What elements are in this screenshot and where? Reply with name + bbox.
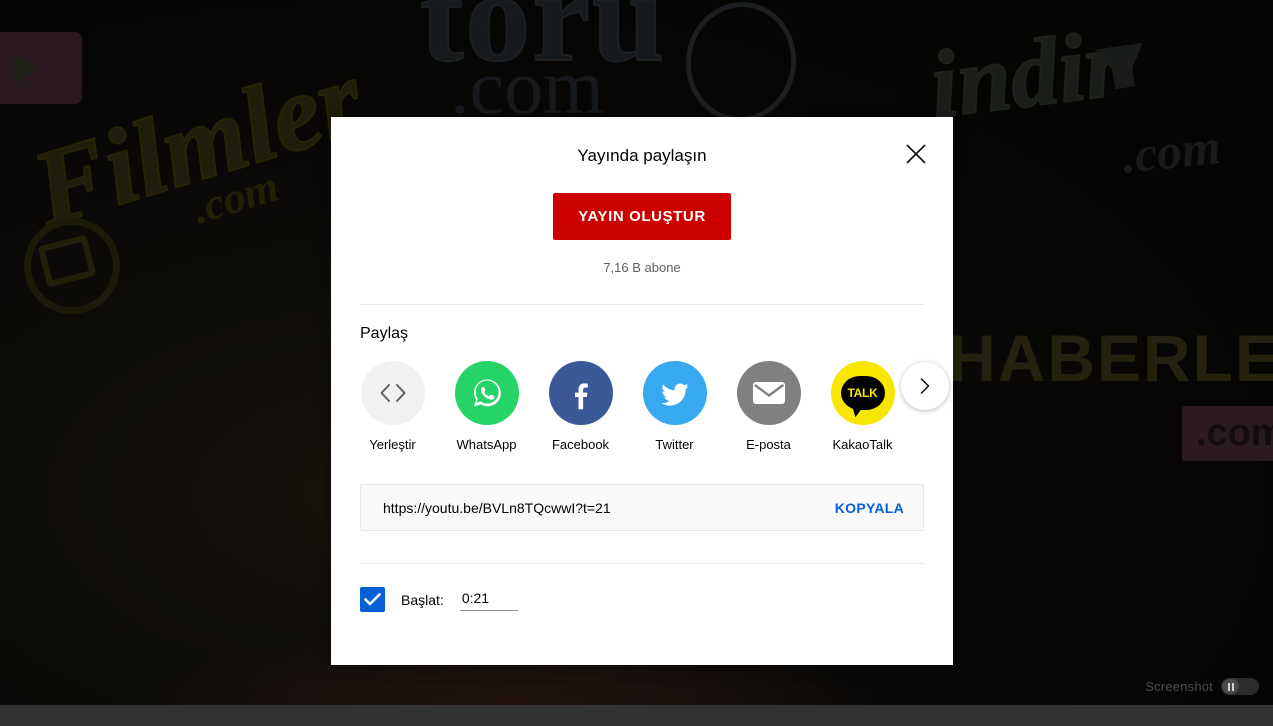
close-icon [906, 144, 926, 164]
start-time-row: Başlat: [331, 564, 953, 612]
copy-link-button[interactable]: KOPYALA [835, 500, 904, 516]
watermark-toru: toru [419, 0, 667, 90]
share-section-heading: Paylaş [360, 325, 409, 342]
download-arrow-icon [1095, 42, 1149, 90]
kakaotalk-icon: TALK [830, 361, 895, 425]
start-time-label: Başlat: [401, 591, 444, 608]
share-dialog: Yayında paylaşın YAYIN OLUŞTUR 7,16 B ab… [331, 117, 953, 665]
page-title: Yayında paylaşın [577, 146, 707, 165]
subscriber-count: 7,16 B abone [603, 260, 681, 275]
create-live-stream-button[interactable]: YAYIN OLUŞTUR [553, 193, 731, 240]
kakaotalk-glyph: TALK [847, 386, 878, 400]
share-target-whatsapp[interactable]: WhatsApp [454, 361, 519, 452]
watermark-haberler: HABERLER [948, 321, 1273, 395]
share-target-label: Twitter [655, 437, 694, 452]
browser-bottom-bar [0, 705, 1273, 726]
share-target-kakaotalk[interactable]: TALK KakaoTalk [830, 361, 895, 452]
share-target-label: Facebook [551, 437, 610, 452]
twitter-icon [642, 361, 707, 425]
chevron-right-icon [920, 378, 930, 394]
checkmark-icon [364, 593, 381, 606]
envelope-icon [736, 361, 801, 425]
start-time-input[interactable] [459, 588, 518, 611]
share-targets-next-button[interactable] [901, 362, 949, 410]
share-target-label: E-posta [746, 437, 791, 452]
watermark-indir-suffix: .com [1119, 118, 1224, 184]
code-brackets-icon [360, 361, 425, 425]
watermark-indir: indir [923, 8, 1129, 140]
dialog-header: Yayında paylaşın [331, 117, 953, 195]
live-button-wrapper: YAYIN OLUŞTUR [331, 193, 953, 240]
facebook-icon [548, 361, 613, 425]
share-target-label: KakaoTalk [832, 437, 893, 452]
watermark-pink-play-box [0, 32, 82, 104]
share-targets-row: Yerleştir WhatsApp Facebook Twitter E-po… [331, 343, 953, 452]
screenshot-label: Screenshot [1145, 679, 1213, 694]
start-time-checkbox[interactable] [360, 587, 385, 612]
share-target-embed[interactable]: Yerleştir [360, 361, 425, 452]
share-target-label: Yerleştir [369, 437, 416, 452]
share-target-label: WhatsApp [456, 437, 517, 452]
whatsapp-icon [454, 361, 519, 425]
watermark-haberler-suffix: .com [1182, 406, 1273, 461]
kakaotalk-bubble: TALK [840, 376, 885, 410]
close-button[interactable] [899, 137, 933, 171]
screenshot-overlay[interactable]: Screenshot [1139, 674, 1265, 699]
share-url-row[interactable]: https://youtu.be/BVLn8TQcwwI?t=21 KOPYAL… [360, 484, 924, 531]
share-target-email[interactable]: E-posta [736, 361, 801, 452]
share-target-twitter[interactable]: Twitter [642, 361, 707, 452]
watermark-circle-o [678, 0, 804, 130]
share-url-text: https://youtu.be/BVLn8TQcwwI?t=21 [383, 499, 611, 516]
screen: Filmler .com toru .com indir .com HABERL… [0, 0, 1273, 726]
pause-icon [1222, 679, 1239, 694]
share-target-facebook[interactable]: Facebook [548, 361, 613, 452]
watermark-filmler-suffix: .com [186, 161, 285, 234]
screenshot-toggle[interactable] [1221, 678, 1259, 695]
